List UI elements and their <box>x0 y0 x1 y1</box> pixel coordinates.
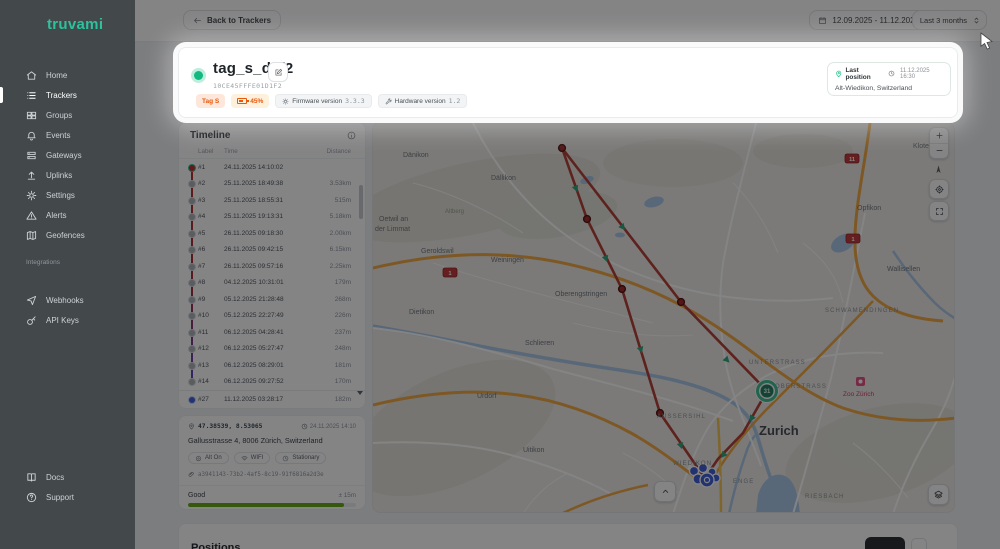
sidebar-item-home[interactable]: Home <box>0 65 135 85</box>
battery-icon <box>237 98 250 104</box>
upload-icon <box>27 171 36 180</box>
last-position-label: Last position <box>845 67 871 81</box>
location-pin-icon <box>836 70 842 78</box>
server-icon <box>27 151 36 159</box>
nav-item-label: Support <box>46 492 75 502</box>
nav-item-label: Trackers <box>46 90 77 100</box>
bell-icon <box>27 131 36 141</box>
firmware-badge: Firmware version 3.3.3 <box>275 94 372 108</box>
sidebar-item-uplinks[interactable]: Uplinks <box>0 165 135 185</box>
last-position-box: Last position 11.12.2025 16:30 Alt-Wiedi… <box>827 62 951 96</box>
sidebar-item-geofences[interactable]: Geofences <box>0 225 135 245</box>
gear-icon <box>26 190 37 200</box>
warning-icon <box>26 210 37 220</box>
nav-item-label: Webhooks <box>46 295 84 305</box>
home-icon <box>26 70 37 80</box>
nav-item-label: Home <box>46 70 68 80</box>
sidebar-item-api-keys[interactable]: API Keys <box>0 310 135 330</box>
nav-item-label: Docs <box>46 472 65 482</box>
sidebar-item-alerts[interactable]: Alerts <box>0 205 135 225</box>
sidebar-item-gateways[interactable]: Gateways <box>0 145 135 165</box>
clock-icon <box>888 70 895 76</box>
send-icon <box>26 295 37 305</box>
app-window: truvami Home Trackers Groups Events Gateways… <box>0 0 1000 549</box>
device-type-badge: Tag S <box>196 94 226 108</box>
book-icon <box>27 472 36 482</box>
sidebar-item-support[interactable]: Support <box>0 487 135 507</box>
pencil-icon <box>275 68 282 75</box>
nav-item-label: Geofences <box>46 230 85 240</box>
nav-item-label: Alerts <box>46 210 67 220</box>
sidebar: truvami Home Trackers Groups Events Gateways… <box>0 0 135 549</box>
sidebar-item-trackers[interactable]: Trackers <box>0 85 135 105</box>
nav-item-label: Settings <box>46 190 75 200</box>
nav-item-label: Uplinks <box>46 170 73 180</box>
sidebar-item-groups[interactable]: Groups <box>0 105 135 125</box>
sidebar-item-docs[interactable]: Docs <box>0 467 135 487</box>
nav-item-label: API Keys <box>46 315 79 325</box>
tracker-header-card: tag_s_d1f2 10CE45FFFE01D1F2 Tag S 45% Fi… <box>178 47 958 118</box>
sidebar-footer: Docs Support <box>0 467 135 507</box>
integrations-section-label: Integrations <box>26 259 60 266</box>
last-position-address: Alt-Wiedikon, Switzerland <box>835 85 913 92</box>
groups-icon <box>26 111 37 119</box>
battery-badge: 45% <box>231 94 270 108</box>
gear-icon <box>282 97 289 105</box>
help-icon <box>26 492 37 502</box>
sidebar-item-events[interactable]: Events <box>0 125 135 145</box>
map-icon <box>26 230 37 240</box>
online-status-dot <box>191 68 206 83</box>
last-position-time <box>888 70 895 79</box>
mouse-cursor <box>980 32 993 50</box>
device-id: 10CE45FFFE01D1F2 <box>213 82 283 90</box>
key-icon <box>27 315 36 325</box>
sidebar-item-settings[interactable]: Settings <box>0 185 135 205</box>
hardware-badge: Hardware version 1.2 <box>377 94 468 108</box>
edit-name-button[interactable] <box>268 62 288 82</box>
nav-item-label: Gateways <box>46 150 82 160</box>
sidebar-nav: Home Trackers Groups Events Gateways Uplinks S… <box>0 65 135 245</box>
nav-item-label: Groups <box>46 110 73 120</box>
tracker-badges: Tag S 45% Firmware version 3.3.3 Hardwar… <box>196 94 468 108</box>
list-icon <box>27 91 36 99</box>
truvami-logo: truvami <box>47 16 104 33</box>
tool-icon <box>385 98 392 104</box>
nav-item-label: Events <box>46 130 71 140</box>
sidebar-item-webhooks[interactable]: Webhooks <box>0 290 135 310</box>
sidebar-integrations: Webhooks API Keys <box>0 290 135 330</box>
